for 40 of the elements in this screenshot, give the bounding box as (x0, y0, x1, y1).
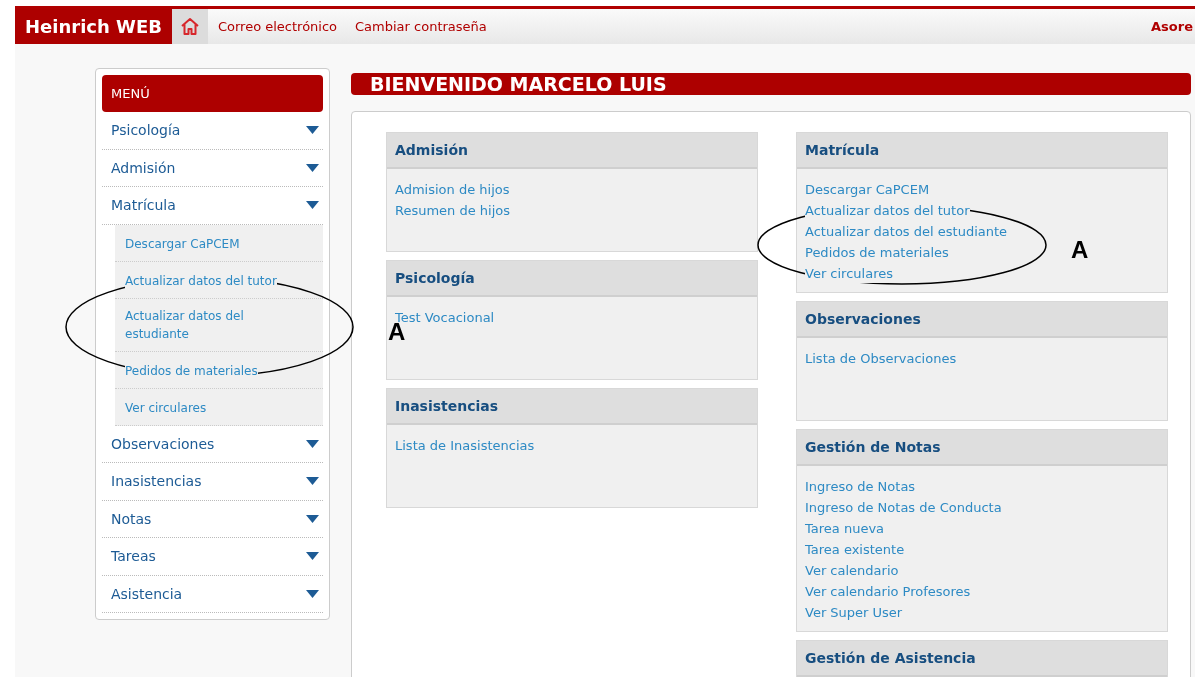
dropdown-arrow-icon (306, 163, 319, 172)
menu-item[interactable]: Observaciones (102, 425, 323, 463)
card-title: Observaciones (797, 302, 1167, 338)
dropdown-arrow-icon (306, 126, 319, 135)
menu-item-label: Observaciones (111, 435, 215, 452)
user-link[interactable]: Asore (1151, 19, 1193, 34)
dropdown-arrow-icon (306, 201, 319, 210)
brand-logo[interactable]: Heinrich WEB (15, 9, 172, 44)
menu-item-label: Notas (111, 510, 152, 527)
menu-item[interactable]: Tareas (102, 538, 323, 576)
card-title: Inasistencias (387, 389, 757, 425)
menu-item-label: Inasistencias (111, 473, 202, 490)
menu-item[interactable]: Inasistencias (102, 463, 323, 501)
menu-item[interactable]: Asistencia (102, 575, 323, 613)
annotation-label: A (1071, 238, 1089, 262)
dropdown-arrow-icon (306, 552, 319, 561)
home-icon (179, 17, 200, 36)
welcome-banner: BIENVENIDO MARCELO LUIS (351, 73, 1191, 95)
card-title: Gestión de Notas (797, 430, 1167, 466)
dropdown-arrow-icon (306, 514, 319, 523)
menu-item-label: Tareas (111, 548, 156, 565)
card-title: Psicología (387, 261, 757, 297)
header-link[interactable]: Correo electrónico (217, 19, 338, 34)
menu-title: MENÚ (102, 75, 323, 112)
menu-item[interactable]: Admisión (102, 149, 323, 187)
menu-item-label: Matrícula (111, 197, 176, 214)
home-button[interactable] (171, 9, 208, 44)
menu-item[interactable]: Notas (102, 500, 323, 538)
dropdown-arrow-icon (306, 439, 319, 448)
menu-item-label: Psicología (111, 122, 181, 139)
menu-item[interactable]: Matrícula (102, 187, 323, 225)
card-title: Matrícula (797, 133, 1167, 169)
dropdown-arrow-icon (306, 589, 319, 598)
menu-item-label: Asistencia (111, 585, 183, 602)
card-title: Admisión (387, 133, 757, 169)
menu-item-label: Admisión (111, 159, 176, 176)
card-title: Gestión de Asistencia (797, 641, 1167, 677)
menu-item[interactable]: Psicología (102, 112, 323, 150)
dropdown-arrow-icon (306, 477, 319, 486)
header-link[interactable]: Cambiar contraseña (355, 19, 487, 34)
